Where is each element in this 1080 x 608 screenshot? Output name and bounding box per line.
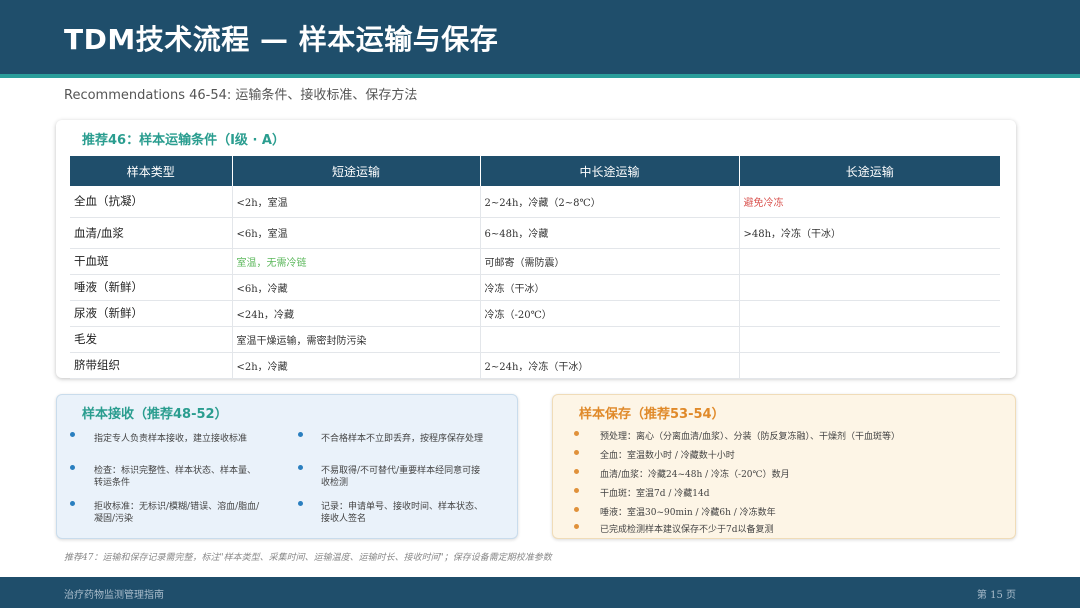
sample-type-cell: 毛发 xyxy=(70,326,233,353)
table-row: 血清/血浆 <6h，室温 6~48h，冷藏 >48h，冷冻（干冰） xyxy=(70,217,1000,249)
table-row: 尿液（新鲜） <24h，冷藏 冷冻（-20℃） xyxy=(70,300,1000,327)
bullet-icon xyxy=(574,507,579,512)
storage-item: 预处理：离心（分离血清/血浆）、分装（防反复冻融）、干燥剂（干血斑等） xyxy=(600,432,901,442)
receiving-item: 拒收标准：无标识/模糊/错误、溶血/脂血/凝固/污染 xyxy=(94,502,260,524)
bullet-icon xyxy=(70,465,75,470)
column-header: 长途运输 xyxy=(739,156,1000,186)
table-cell: 冷冻（干冰） xyxy=(480,274,740,301)
table-cell xyxy=(739,326,1000,353)
receiving-card: 样本接收（推荐48-52） 指定专人负责样本接收，建立接收标准 不合格样本不立即… xyxy=(56,394,518,539)
sample-type-cell: 干血斑 xyxy=(70,248,233,275)
table-row: 脐带组织 <2h，冷藏 2~24h，冷冻（干冰） xyxy=(70,352,1000,379)
table-cell: <24h，冷藏 xyxy=(232,300,481,327)
highlight-cell: 室温，无需冷链 xyxy=(232,248,481,275)
receiving-item: 不易取得/不可替代/重要样本经同意可接收检测 xyxy=(321,466,481,488)
table-header-row: 样本类型 短途运输 中长途运输 长途运输 xyxy=(70,156,1000,186)
page-title: TDM技术流程 — 样本运输与保存 xyxy=(64,23,499,56)
storage-card: 样本保存（推荐53-54） 预处理：离心（分离血清/血浆）、分装（防反复冻融）、… xyxy=(552,394,1016,539)
footnote: 推荐47：运输和保存记录需完整，标注"样本类型、采集时间、运输温度、运输时长、接… xyxy=(64,553,552,563)
receiving-item: 检查：标识完整性、样本状态、样本量、转运条件 xyxy=(94,466,257,488)
table-cell xyxy=(739,300,1000,327)
table-row: 唾液（新鲜） <6h，冷藏 冷冻（干冰） xyxy=(70,274,1000,301)
table-cell: 2~24h，冷藏（2~8℃） xyxy=(480,186,740,218)
transport-table: 样本类型 短途运输 中长途运输 长途运输 全血（抗凝） <2h，室温 2~24h… xyxy=(70,156,1000,379)
sample-type-cell: 脐带组织 xyxy=(70,352,233,379)
sample-type-cell: 尿液（新鲜） xyxy=(70,300,233,327)
footer-bar: 治疗药物监测管理指南 第 15 页 xyxy=(0,577,1080,608)
bullet-icon xyxy=(298,432,303,437)
table-cell xyxy=(739,352,1000,379)
table-cell: 6~48h，冷藏 xyxy=(480,217,740,249)
receiving-item: 记录：申请单号、接收时间、样本状态、接收人签名 xyxy=(321,502,484,524)
column-header: 中长途运输 xyxy=(480,156,740,186)
transport-card: 推荐46：样本运输条件（Ⅰ级 · A） 样本类型 短途运输 中长途运输 长途运输… xyxy=(56,120,1016,379)
receiving-card-title: 样本接收（推荐48-52） xyxy=(82,407,228,422)
sample-type-cell: 唾液（新鲜） xyxy=(70,274,233,301)
header-bar: TDM技术流程 — 样本运输与保存 xyxy=(0,0,1080,74)
bullet-icon xyxy=(574,431,579,436)
sample-type-cell: 血清/血浆 xyxy=(70,217,233,249)
storage-item: 血清/血浆：冷藏24~48h / 冷冻（-20℃）数月 xyxy=(600,470,790,480)
table-cell: 可邮寄（需防震） xyxy=(480,248,740,275)
table-cell: <6h，冷藏 xyxy=(232,274,481,301)
table-cell xyxy=(739,274,1000,301)
table-row: 干血斑 室温，无需冷链 可邮寄（需防震） xyxy=(70,248,1000,275)
table-cell: <2h，冷藏 xyxy=(232,352,481,379)
table-cell: 冷冻（-20℃） xyxy=(480,300,740,327)
table-cell: 室温干燥运输，需密封防污染 xyxy=(232,326,481,353)
page-subtitle: Recommendations 46-54: 运输条件、接收标准、保存方法 xyxy=(64,88,418,103)
bullet-icon xyxy=(298,465,303,470)
table-cell xyxy=(739,248,1000,275)
table-cell: 2~24h，冷冻（干冰） xyxy=(480,352,740,379)
warning-cell: 避免冷冻 xyxy=(739,186,1000,218)
table-cell: >48h，冷冻（干冰） xyxy=(739,217,1000,249)
bullet-icon xyxy=(298,501,303,506)
bullet-icon xyxy=(70,432,75,437)
footer-doc-title: 治疗药物监测管理指南 xyxy=(64,590,164,601)
receiving-item: 不合格样本不立即丢弃，按程序保存处理 xyxy=(321,434,484,444)
table-row: 全血（抗凝） <2h，室温 2~24h，冷藏（2~8℃） 避免冷冻 xyxy=(70,186,1000,218)
bullet-icon xyxy=(574,450,579,455)
header-accent-line xyxy=(0,74,1080,78)
transport-card-title: 推荐46：样本运输条件（Ⅰ级 · A） xyxy=(82,133,285,148)
sample-type-cell: 全血（抗凝） xyxy=(70,186,233,218)
column-header: 样本类型 xyxy=(70,156,233,186)
storage-card-title: 样本保存（推荐53-54） xyxy=(579,407,725,422)
storage-item: 唾液：室温30~90min / 冷藏6h / 冷冻数年 xyxy=(600,508,776,518)
bullet-icon xyxy=(574,469,579,474)
page-number: 第 15 页 xyxy=(976,590,1016,601)
table-row: 毛发 室温干燥运输，需密封防污染 xyxy=(70,326,1000,353)
table-cell: <6h，室温 xyxy=(232,217,481,249)
storage-item: 已完成检测样本建议保存不少于7d以备复测 xyxy=(600,525,774,535)
bullet-icon xyxy=(574,488,579,493)
bullet-icon xyxy=(70,501,75,506)
table-cell: <2h，室温 xyxy=(232,186,481,218)
storage-item: 全血：室温数小时 / 冷藏数十小时 xyxy=(600,451,735,461)
receiving-item: 指定专人负责样本接收，建立接收标准 xyxy=(94,434,248,444)
bullet-icon xyxy=(574,524,579,529)
storage-item: 干血斑：室温7d / 冷藏14d xyxy=(600,489,710,499)
column-header: 短途运输 xyxy=(232,156,481,186)
table-cell xyxy=(480,326,740,353)
